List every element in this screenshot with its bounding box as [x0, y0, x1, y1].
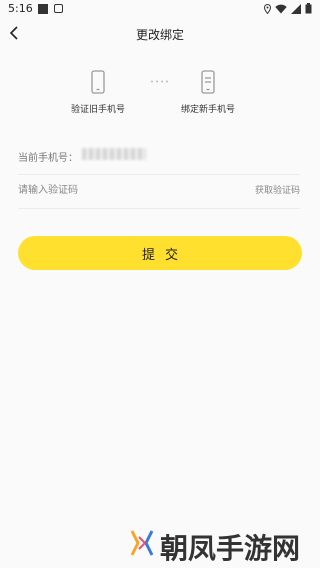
- battery-icon: [305, 3, 312, 14]
- current-phone-label: 当前手机号：: [18, 153, 78, 164]
- watermark-logo-icon: [130, 530, 154, 556]
- signal-icon: [291, 3, 301, 14]
- submit-button[interactable]: 提交: [18, 236, 302, 270]
- status-bar: 5:16: [0, 0, 320, 18]
- step-label: 绑定新手机号: [180, 105, 235, 115]
- wifi-icon: [275, 4, 287, 13]
- masked-phone-number: [82, 148, 146, 160]
- watermark-text: 朝凤手游网: [160, 532, 301, 565]
- step-verify-old-phone: 验证旧手机号: [53, 70, 143, 115]
- verification-code-input[interactable]: [18, 181, 238, 199]
- step-bind-new-phone: 绑定新手机号: [163, 70, 253, 115]
- status-icons: [264, 3, 312, 14]
- step-indicator: 验证旧手机号 绑定新手机号: [0, 70, 320, 120]
- nav-bar: 更改绑定: [0, 18, 320, 50]
- get-code-button[interactable]: 获取验证码: [255, 183, 300, 196]
- notification-box-icon: [54, 4, 63, 13]
- notification-square-icon: [38, 4, 48, 14]
- phone-icon: [91, 70, 105, 94]
- step-label: 验证旧手机号: [70, 105, 125, 115]
- phone-list-icon: [201, 70, 215, 94]
- watermark: 朝凤手游网: [126, 525, 316, 565]
- location-icon: [264, 3, 271, 14]
- status-time: 5:16: [8, 2, 33, 15]
- current-phone-row: 当前手机号：: [18, 140, 300, 175]
- page-title: 更改绑定: [135, 28, 184, 42]
- verification-code-row: 获取验证码: [18, 174, 300, 209]
